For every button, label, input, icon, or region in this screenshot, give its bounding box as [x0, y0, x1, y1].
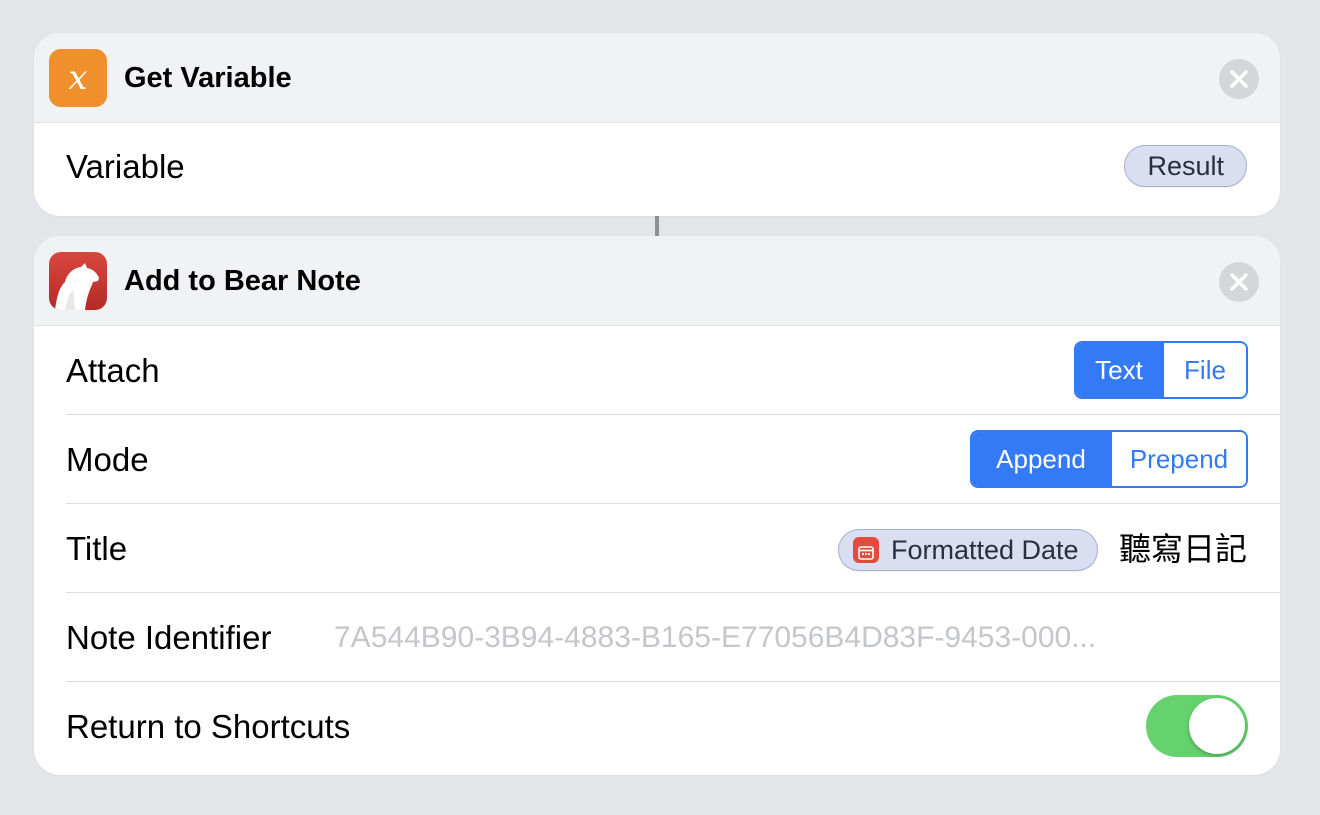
bear-note-header[interactable]: Add to Bear Note	[34, 236, 1280, 326]
attach-label: Attach	[66, 352, 160, 389]
close-icon[interactable]	[1219, 59, 1259, 99]
get-variable-title: Get Variable	[124, 62, 292, 94]
get-variable-card: x Get Variable Variable Result	[34, 33, 1280, 216]
attach-segmented-control[interactable]: Text File	[1074, 341, 1248, 399]
return-to-shortcuts-toggle[interactable]	[1146, 695, 1248, 757]
formatted-date-label: Formatted Date	[891, 535, 1079, 565]
get-variable-header[interactable]: x Get Variable	[34, 33, 1280, 123]
return-to-shortcuts-row: Return to Shortcuts	[66, 682, 1280, 771]
note-identifier-row: Note Identifier 7A544B90-3B94-4883-B165-…	[66, 593, 1280, 682]
mode-option-append[interactable]: Append	[972, 432, 1110, 486]
svg-text:x: x	[68, 58, 87, 98]
close-icon[interactable]	[1219, 262, 1259, 302]
return-to-shortcuts-label: Return to Shortcuts	[66, 708, 351, 745]
title-suffix-text[interactable]: 聽寫日記	[1119, 504, 1247, 593]
note-identifier-field[interactable]: 7A544B90-3B94-4883-B165-E77056B4D83F-945…	[334, 593, 1249, 682]
toggle-knob	[1189, 698, 1245, 754]
note-identifier-label: Note Identifier	[66, 619, 272, 656]
bear-app-icon	[49, 252, 107, 310]
add-to-bear-note-card: Add to Bear Note Attach Text File Mode A…	[34, 236, 1280, 775]
variable-row: Variable Result	[66, 123, 1280, 215]
variable-result-token[interactable]: Result	[1124, 145, 1247, 187]
mode-row: Mode Append Prepend	[66, 415, 1280, 504]
formatted-date-token[interactable]: Formatted Date	[838, 529, 1098, 571]
mode-segmented-control[interactable]: Append Prepend	[970, 430, 1248, 488]
mode-label: Mode	[66, 441, 149, 478]
variable-x-icon: x	[49, 49, 107, 107]
action-connector	[655, 216, 659, 236]
bear-note-title: Add to Bear Note	[124, 265, 361, 297]
attach-option-file[interactable]: File	[1161, 343, 1246, 397]
variable-label: Variable	[66, 148, 185, 185]
attach-option-text[interactable]: Text	[1076, 343, 1162, 397]
title-row: Title Formatted Date 聽寫日記	[66, 504, 1280, 593]
calendar-icon	[853, 537, 879, 563]
title-label: Title	[66, 530, 128, 567]
mode-option-prepend[interactable]: Prepend	[1109, 432, 1246, 486]
attach-row: Attach Text File	[66, 326, 1280, 415]
